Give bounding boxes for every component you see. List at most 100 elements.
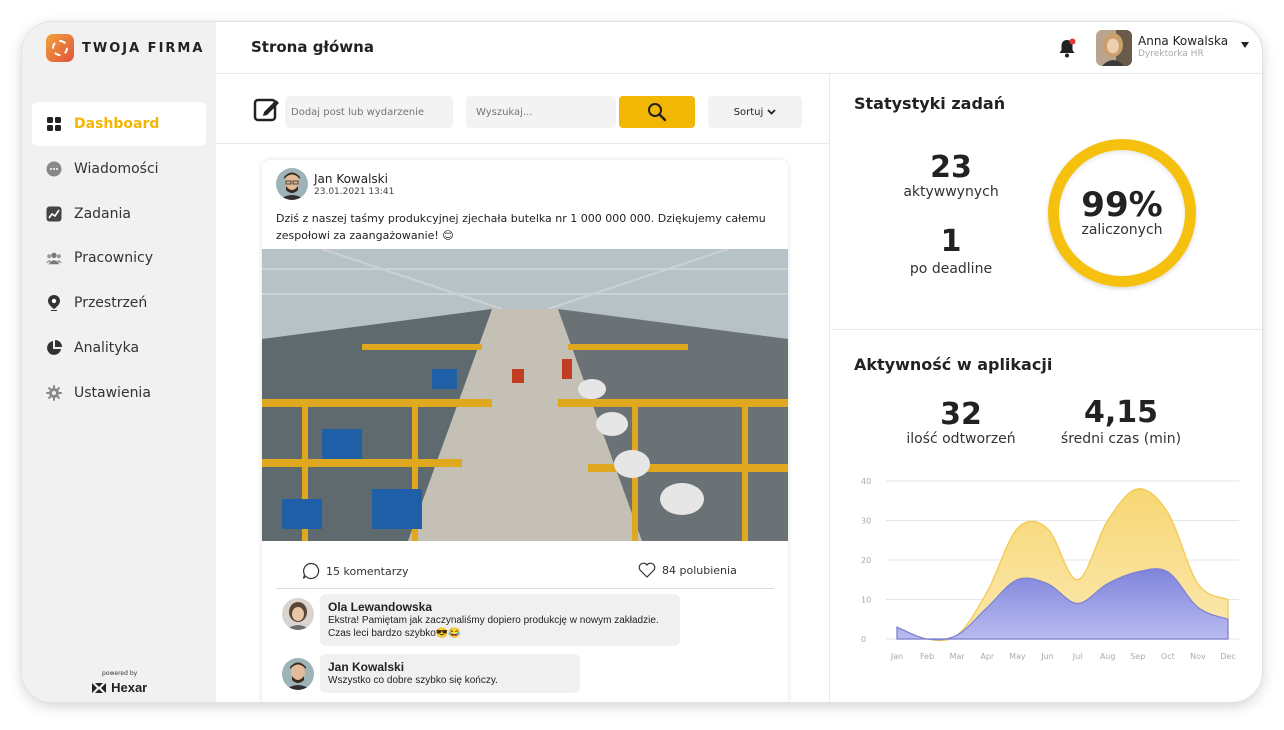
comment-avatar[interactable] [282, 598, 314, 630]
sidebar-item-pracownicy[interactable]: Pracownicy [32, 236, 206, 280]
x-tick-label: Mar [950, 652, 966, 661]
people-icon [46, 250, 62, 266]
chat-icon [46, 161, 62, 177]
x-tick-label: Feb [920, 652, 934, 661]
x-tick-label: Jun [1040, 652, 1054, 661]
comments-count-label: 15 komentarzy [326, 564, 409, 578]
sidebar-item-analityka[interactable]: Analityka [32, 326, 206, 370]
brand-logo-icon [46, 34, 74, 62]
comment-author[interactable]: Jan Kowalski [328, 660, 572, 674]
post-author-avatar[interactable] [276, 168, 308, 200]
like-button[interactable]: 84 polubienia [638, 562, 737, 578]
comment-bubble: Ola Lewandowska Ekstra! Pamiętam jak zac… [320, 594, 680, 646]
overdue-tasks-label: po deadline [909, 261, 993, 277]
post-author-name[interactable]: Jan Kowalski [314, 172, 388, 186]
comment-author[interactable]: Ola Lewandowska [328, 600, 672, 614]
x-tick-label: Dec [1220, 652, 1235, 661]
trend-icon [46, 206, 62, 222]
sidebar-item-label: Wiadomości [74, 160, 159, 177]
y-tick-label: 20 [861, 556, 871, 565]
comment-text-line: Czas leci bardzo szybko😎😂 [328, 628, 461, 639]
app-window: TWOJA FIRMA Dashboard Wiadomości Zadania [22, 22, 1262, 702]
sort-label: Sortuj [733, 106, 764, 118]
search-button[interactable] [619, 96, 695, 128]
comment-avatar[interactable] [282, 658, 314, 690]
sidebar-nav: Dashboard Wiadomości Zadania Pracownicy [32, 102, 206, 416]
feed-toolbar: Sortuj [216, 74, 829, 144]
activity-title: Aktywność w aplikacji [854, 355, 1053, 374]
user-avatar[interactable] [1096, 30, 1132, 66]
comment-item: Jan Kowalski Wszystko co dobre szybko si… [276, 654, 596, 698]
task-stats-panel: Statystyki zadań 23 aktywwynych 1 po dea… [831, 74, 1262, 330]
sidebar-item-zadania[interactable]: Zadania [32, 192, 206, 236]
x-tick-label: Apr [980, 652, 995, 661]
y-tick-label: 30 [861, 517, 871, 526]
post-card: Jan Kowalski 23.01.2021 13:41 Dziś z nas… [262, 160, 788, 702]
chevron-down-icon [767, 109, 776, 115]
comment-text-line: Wszystko co dobre szybko się kończy. [328, 675, 498, 686]
plays-label: ilość odtworzeń [906, 431, 1016, 447]
comment-bubble-icon [302, 562, 320, 580]
user-role: Dyrektorka HR [1138, 49, 1204, 59]
powered-by-brand: Hexar [111, 680, 148, 695]
comment-text-line: Ekstra! Pamiętam jak zaczynaliśmy dopier… [328, 615, 659, 626]
top-header: Strona główna Anna Kowalska Dyrektorka H… [216, 22, 1262, 74]
sidebar-item-label: Analityka [74, 339, 140, 356]
user-menu-caret-icon[interactable] [1241, 42, 1249, 48]
comments-button[interactable]: 15 komentarzy [302, 562, 409, 580]
page-title: Strona główna [251, 38, 374, 56]
sidebar-item-label: Przestrzeń [74, 295, 148, 312]
avg-time-label: średni czas (min) [1060, 431, 1182, 447]
powered-by: powered by Hexar [92, 670, 147, 696]
comment-bubble: Jan Kowalski Wszystko co dobre szybko si… [320, 654, 580, 693]
sidebar-item-label: Ustawienia [74, 384, 151, 401]
likes-count-label: 84 polubienia [662, 563, 737, 577]
task-stats-title: Statystyki zadań [854, 94, 1006, 113]
post-date: 23.01.2021 13:41 [314, 187, 395, 197]
sidebar-item-label: Dashboard [74, 116, 160, 132]
sort-button[interactable]: Sortuj [708, 96, 802, 128]
completion-ring: 99% zaliczonych [1048, 139, 1196, 287]
sidebar-item-przestrzen[interactable]: Przestrzeń [32, 281, 206, 325]
sidebar-item-label: Zadania [74, 205, 131, 222]
user-name: Anna Kowalska [1138, 34, 1229, 48]
y-tick-label: 40 [861, 477, 871, 486]
location-pin-icon [46, 295, 62, 312]
brand-logo[interactable]: TWOJA FIRMA [46, 34, 204, 62]
feed-panel: Sortuj Jan Kowalski 23.01.2021 13:41 Dzi… [216, 74, 830, 702]
pie-chart-icon [46, 339, 62, 356]
sidebar: TWOJA FIRMA Dashboard Wiadomości Zadania [22, 22, 216, 702]
search-icon [648, 103, 667, 122]
brand-name: TWOJA FIRMA [82, 40, 205, 56]
overdue-tasks-value: 1 [940, 224, 962, 259]
edit-icon[interactable] [253, 95, 281, 127]
y-tick-label: 0 [861, 635, 866, 644]
x-tick-label: Jul [1072, 652, 1083, 661]
x-tick-label: Aug [1100, 652, 1116, 661]
gear-icon [46, 384, 62, 401]
y-tick-label: 10 [861, 596, 871, 605]
heart-icon [638, 562, 656, 578]
x-tick-label: Sep [1130, 652, 1145, 661]
notification-bell-icon[interactable] [1058, 38, 1076, 62]
powered-by-label: powered by [102, 670, 138, 677]
active-tasks-label: aktywwynych [903, 184, 999, 200]
sidebar-item-dashboard[interactable]: Dashboard [32, 102, 206, 146]
post-text: Dziś z naszej taśmy produkcyjnej zjechał… [276, 212, 766, 242]
hexar-logo-icon [92, 682, 106, 693]
x-tick-label: Oct [1161, 652, 1175, 661]
completion-ring-value: 99% [1081, 185, 1163, 225]
activity-panel: Aktywność w aplikacji 32 ilość odtworzeń… [831, 331, 1262, 702]
active-tasks-value: 23 [930, 150, 972, 185]
x-tick-label: May [1009, 652, 1026, 661]
post-actions: 15 komentarzy 84 polubienia [262, 556, 788, 586]
search-input[interactable] [466, 96, 616, 128]
post-photo[interactable] [262, 249, 788, 541]
grid-icon [46, 116, 62, 132]
sidebar-item-ustawienia[interactable]: Ustawienia [32, 371, 206, 415]
x-tick-label: Jan [890, 652, 903, 661]
completion-ring-label: zaliczonych [1081, 222, 1163, 238]
activity-area-chart: 0 10 20 30 40 Jan Feb Mar Apr May Jun Jul Aug Sep Oct N… [861, 477, 1239, 661]
new-post-input[interactable] [285, 96, 453, 128]
sidebar-item-wiadomosci[interactable]: Wiadomości [32, 147, 206, 191]
